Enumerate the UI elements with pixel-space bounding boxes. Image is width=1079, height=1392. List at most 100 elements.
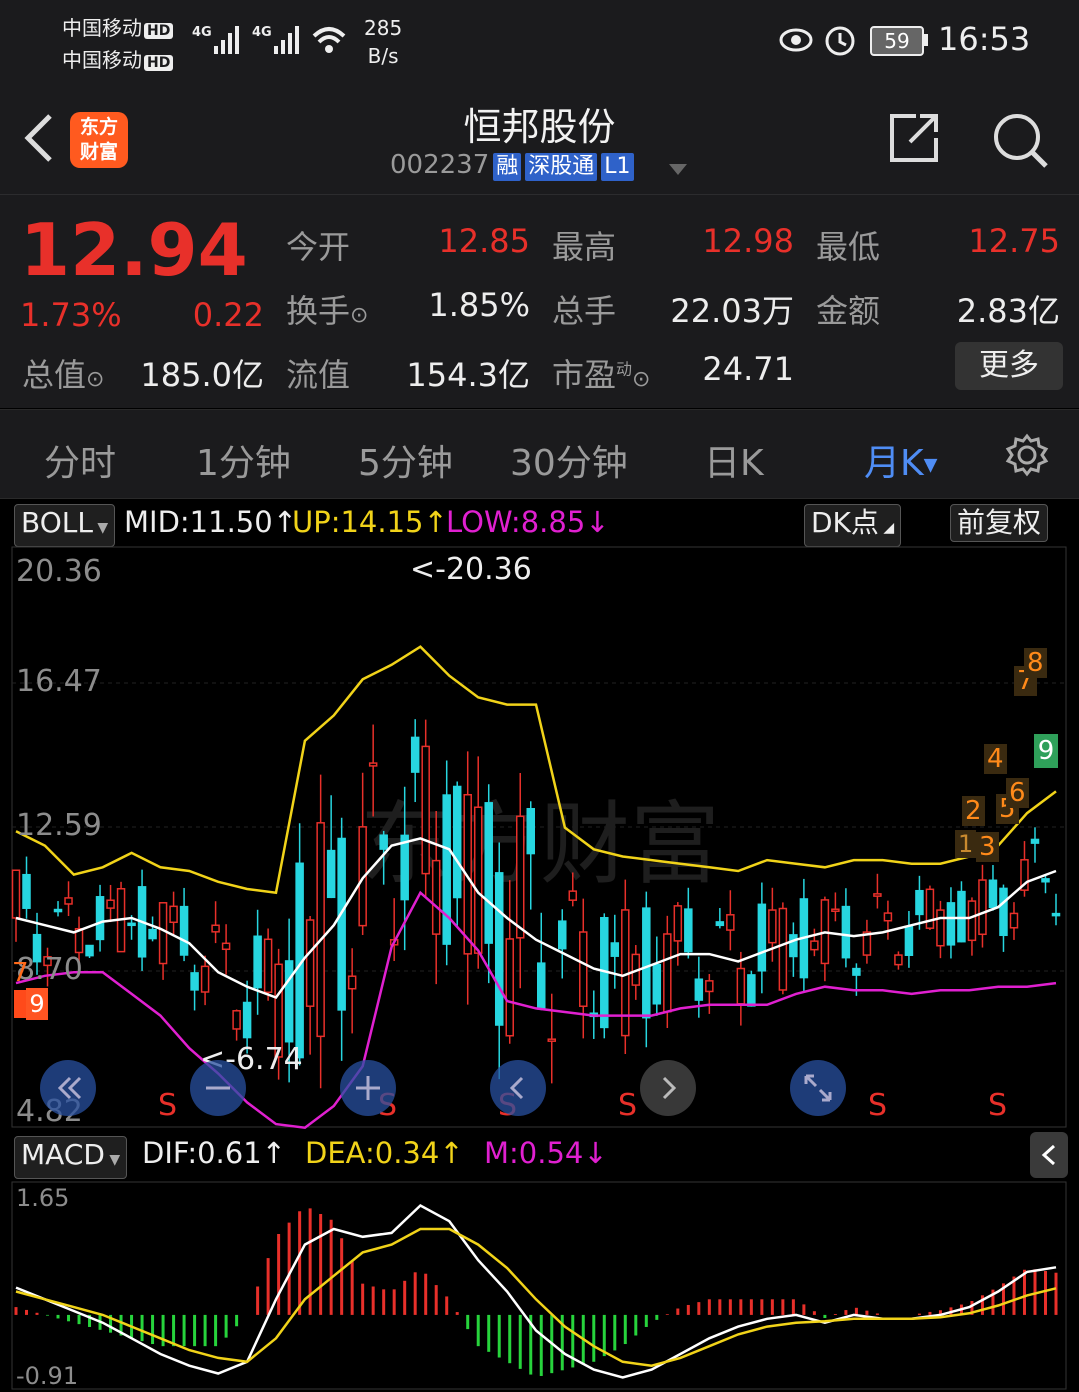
carrier-1: 中国移动 HD <box>62 12 174 41</box>
tab-30min[interactable]: 30分钟 <box>510 434 628 486</box>
candle-body <box>967 900 977 942</box>
candles <box>11 719 1061 1089</box>
share-icon[interactable] <box>886 110 942 170</box>
candle-body <box>242 1001 252 1039</box>
candle-body <box>579 931 588 1007</box>
kline-chart[interactable]: 东方财富 <box>0 545 1079 1130</box>
candle-body <box>484 802 493 944</box>
candle-body <box>778 907 788 991</box>
candle-body <box>284 960 294 1043</box>
tag-connect: 深股通 <box>525 153 598 181</box>
count-9: 9 <box>26 988 48 1020</box>
candle-body <box>537 962 546 1010</box>
candle-body <box>1009 912 1019 929</box>
candle-body <box>95 896 105 941</box>
eye-icon <box>778 24 814 58</box>
macd-chart[interactable] <box>0 1180 1079 1392</box>
low-label: 最低 <box>816 228 881 266</box>
candle-body <box>1051 912 1061 917</box>
candle-body <box>148 928 157 940</box>
collapse-button[interactable] <box>1030 1132 1068 1178</box>
candle-body <box>368 762 378 767</box>
count-7: 7 <box>12 958 29 988</box>
zoom-in-icon[interactable] <box>340 1060 396 1116</box>
tab-daily[interactable]: 日K <box>704 434 764 486</box>
battery-icon: 59 <box>870 26 924 56</box>
dk-button[interactable]: DK点 ◢ <box>804 504 902 547</box>
candle-body <box>736 967 746 1005</box>
high-value: 12.98 <box>702 222 794 260</box>
candle-body <box>568 890 578 901</box>
adjust-button[interactable]: 前复权 <box>950 504 1049 542</box>
sell-mark: S <box>988 1088 1008 1123</box>
alarm-icon <box>822 22 858 62</box>
candle-body <box>831 908 840 912</box>
y-tick: 16.47 <box>16 664 102 699</box>
macd-selector[interactable]: MACD ▼ <box>14 1136 128 1179</box>
candle-body <box>999 887 1008 937</box>
macd-axis-bottom: -0.91 <box>16 1362 79 1390</box>
sell-mark: S <box>618 1088 638 1123</box>
candle-body <box>978 879 987 936</box>
amount-value: 2.83亿 <box>956 292 1060 330</box>
candle-body <box>326 849 336 899</box>
candle-body <box>158 902 168 965</box>
candle-body <box>841 905 851 959</box>
candle-body <box>915 889 924 916</box>
candle-body <box>263 938 273 994</box>
candle-body <box>883 912 893 922</box>
y-tick: 20.36 <box>16 554 102 589</box>
settings-icon[interactable] <box>1004 432 1050 482</box>
candle-body <box>410 736 420 773</box>
change-value: 0.22 <box>192 296 264 334</box>
candle-body <box>85 944 94 957</box>
pe-label[interactable]: 市盈动⊙ <box>552 350 650 396</box>
tab-5min[interactable]: 5分钟 <box>358 434 453 486</box>
candle-body <box>316 822 325 1038</box>
clock: 16:53 <box>938 20 1031 58</box>
tab-monthly[interactable]: 月K▼ <box>864 434 937 486</box>
tab-intraday[interactable]: 分时 <box>44 434 116 486</box>
count-3: 3 <box>976 832 999 862</box>
fullscreen-icon[interactable] <box>790 1060 846 1116</box>
watermark: 东方财富 <box>360 792 720 897</box>
candle-body <box>526 807 535 855</box>
candle-body <box>852 967 861 976</box>
dea-line <box>15 1227 1057 1367</box>
last-price: 12.94 <box>20 208 248 292</box>
count-8: 8 <box>1024 648 1047 678</box>
candle-body <box>715 921 725 927</box>
indicator-selector[interactable]: BOLL ▼ <box>14 504 116 547</box>
candle-body <box>642 907 651 1019</box>
macd-dif: DIF:0.61↑ <box>142 1136 286 1170</box>
turnover-label[interactable]: 换手⊙ <box>286 286 368 332</box>
tab-1min[interactable]: 1分钟 <box>196 434 291 486</box>
candle-body <box>694 978 704 1001</box>
candle-body <box>106 899 115 909</box>
more-button[interactable]: 更多 <box>955 342 1063 390</box>
scroll-right-icon[interactable] <box>640 1060 696 1116</box>
scroll-left-icon[interactable] <box>490 1060 546 1116</box>
sell-mark: S <box>868 1088 888 1123</box>
float-value: 154.3亿 <box>406 356 530 394</box>
mktcap-value: 185.0亿 <box>140 356 264 394</box>
zoom-out-icon[interactable] <box>190 1060 246 1116</box>
boll-low: LOW:8.85↓ <box>446 505 610 539</box>
candle-body <box>705 980 714 993</box>
candle-body <box>988 879 998 909</box>
candle-body <box>873 893 882 897</box>
candle-body <box>505 938 514 1037</box>
candle-body <box>904 925 914 957</box>
turnover-value: 1.85% <box>428 286 530 324</box>
search-icon[interactable] <box>990 110 1050 174</box>
candle-body <box>789 934 798 958</box>
candle-body <box>610 942 620 957</box>
stock-code-row: 002237 融深股通 L1 <box>390 150 634 181</box>
scroll-left-fast-icon[interactable] <box>40 1060 96 1116</box>
dropdown-icon[interactable] <box>668 162 688 181</box>
candle-body <box>473 806 483 954</box>
macd-m: M:0.54↓ <box>484 1136 608 1170</box>
sell-mark: S <box>158 1088 178 1123</box>
mktcap-label[interactable]: 总值⊙ <box>22 350 104 396</box>
count-9-green: 9 <box>1034 734 1058 768</box>
